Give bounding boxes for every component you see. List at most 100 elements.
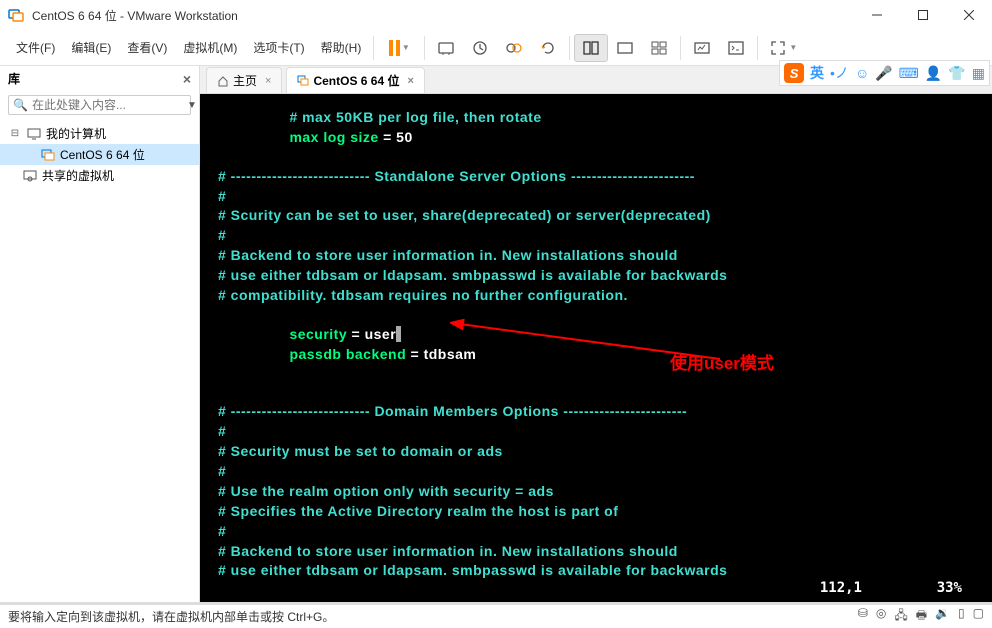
shared-icon [22, 168, 38, 184]
vim-position: 112,1 [820, 580, 862, 596]
view-single-icon[interactable] [608, 34, 642, 62]
cursor [396, 326, 400, 342]
manage-snapshots-icon[interactable] [497, 34, 531, 62]
vm-icon [297, 75, 309, 87]
term-line: # use either tdbsam or ldapsam. smbpassw… [218, 562, 727, 578]
library-sidebar: 库 × 🔍 ▼ ⊟ 我的计算机 CentOS 6 64 位 共享的虚拟机 [0, 66, 200, 602]
library-search[interactable]: 🔍 ▼ [8, 95, 191, 115]
statusbar-icons: ⛁ ◎ 🖧 🖶 🔉 ▯ ▢ [858, 606, 984, 627]
menu-tabs[interactable]: 选项卡(T) [245, 33, 312, 62]
terminal-content: # max 50KB per log file, then rotate max… [200, 94, 992, 589]
menu-edit[interactable]: 编辑(E) [63, 33, 119, 62]
library-tree: ⊟ 我的计算机 CentOS 6 64 位 共享的虚拟机 [0, 119, 199, 190]
term-line: # [218, 523, 226, 539]
main-area: 主页 × CentOS 6 64 位 × # max 50KB per log … [200, 66, 992, 602]
ime-lang[interactable]: 英 [810, 63, 824, 83]
tab-label: CentOS 6 64 位 [313, 72, 399, 89]
menu-view[interactable]: 查看(V) [119, 33, 175, 62]
term-line: # use either tdbsam or ldapsam. smbpassw… [218, 267, 727, 283]
vmware-icon [8, 7, 24, 23]
pause-button[interactable]: ▼ [378, 34, 420, 62]
term-val: = user [347, 326, 396, 342]
tree-row-shared[interactable]: 共享的虚拟机 [0, 165, 199, 186]
term-line: # Specifies the Active Directory realm t… [218, 503, 618, 519]
minimize-button[interactable] [854, 0, 900, 30]
maximize-button[interactable] [900, 0, 946, 30]
message-icon[interactable]: ▢ [973, 606, 984, 627]
tree-row-vm[interactable]: CentOS 6 64 位 [0, 144, 199, 165]
term-line: # compatibility. tdbsam requires no furt… [218, 287, 628, 303]
statusbar: 要将输入定向到该虚拟机，请在虚拟机内部单击或按 Ctrl+G。 ⛁ ◎ 🖧 🖶 … [0, 604, 992, 628]
menu-file[interactable]: 文件(F) [8, 33, 63, 62]
term-val: = 50 [379, 129, 413, 145]
term-line: # Backend to store user information in. … [218, 543, 678, 559]
cdrom-icon[interactable]: ◎ [876, 606, 886, 627]
menu-vm[interactable]: 虚拟机(M) [175, 33, 245, 62]
console-icon[interactable] [719, 34, 753, 62]
ime-toolbox-icon[interactable]: ▦ [972, 65, 985, 82]
close-button[interactable] [946, 0, 992, 30]
tab-close-icon[interactable]: × [265, 75, 271, 87]
term-line: # Backend to store user information in. … [218, 247, 678, 263]
tab-home[interactable]: 主页 × [206, 67, 282, 93]
separator [757, 36, 758, 60]
library-search-input[interactable] [32, 98, 187, 112]
term-key: max log size [289, 129, 378, 145]
term-line: # Scurity can be set to user, share(depr… [218, 207, 711, 223]
separator [680, 36, 681, 60]
unity-icon[interactable] [685, 34, 719, 62]
disk-icon[interactable]: ⛁ [858, 606, 868, 627]
term-line: # --------------------------- Standalone… [218, 168, 695, 184]
term-line: # [218, 423, 226, 439]
tree-label: CentOS 6 64 位 [60, 146, 145, 163]
terminal-viewport[interactable]: # max 50KB per log file, then rotate max… [200, 94, 992, 602]
tab-label: 主页 [233, 72, 257, 89]
ime-punct-icon[interactable]: •ノ [830, 63, 849, 83]
library-close-icon[interactable]: × [183, 71, 191, 87]
sound-icon[interactable]: 🔉 [935, 606, 950, 627]
separator [424, 36, 425, 60]
usb-icon[interactable]: ▯ [958, 606, 965, 627]
dropdown-caret-icon[interactable]: ▼ [187, 100, 197, 111]
ime-user-icon[interactable]: 👤 [925, 65, 942, 82]
send-ctrl-alt-del-icon[interactable] [429, 34, 463, 62]
expand-icon[interactable]: ⊟ [8, 128, 22, 139]
term-key: security [289, 326, 347, 342]
computer-icon [26, 126, 42, 142]
window-controls [854, 0, 992, 30]
tree-row-root[interactable]: ⊟ 我的计算机 [0, 123, 199, 144]
revert-icon[interactable] [531, 34, 565, 62]
tree-label: 我的计算机 [46, 125, 106, 142]
ime-voice-icon[interactable]: 🎤 [875, 65, 892, 82]
sogou-logo-icon[interactable]: S [784, 63, 804, 83]
tab-close-icon[interactable]: × [407, 75, 413, 87]
view-console-icon[interactable] [574, 34, 608, 62]
separator [373, 36, 374, 60]
search-icon: 🔍 [13, 98, 28, 112]
term-line: # Use the realm option only with securit… [218, 483, 554, 499]
separator [569, 36, 570, 60]
network-icon[interactable]: 🖧 [894, 606, 907, 627]
term-val: = tdbsam [406, 346, 476, 362]
tree-label: 共享的虚拟机 [42, 167, 114, 184]
term-line: # --------------------------- Domain Mem… [218, 403, 687, 419]
fullscreen-icon[interactable]: ▼ [762, 34, 804, 62]
library-header: 库 × [0, 66, 199, 91]
ime-emoji-icon[interactable]: ☺ [855, 65, 869, 81]
snapshot-icon[interactable] [463, 34, 497, 62]
vim-percent: 33% [937, 580, 962, 596]
ime-toolbar[interactable]: S 英 •ノ ☺ 🎤 ⌨ 👤 👕 ▦ [779, 60, 990, 86]
term-line: # Security must be set to domain or ads [218, 443, 503, 459]
ime-skin-icon[interactable]: 👕 [948, 65, 965, 82]
titlebar: CentOS 6 64 位 - VMware Workstation [0, 0, 992, 30]
statusbar-hint: 要将输入定向到该虚拟机，请在虚拟机内部单击或按 Ctrl+G。 [8, 608, 334, 625]
printer-icon[interactable]: 🖶 [916, 606, 927, 627]
vm-icon [40, 147, 56, 163]
term-line: # [218, 227, 226, 243]
view-thumbnail-icon[interactable] [642, 34, 676, 62]
term-line: # [218, 188, 226, 204]
menu-help[interactable]: 帮助(H) [313, 33, 370, 62]
library-title: 库 [8, 70, 20, 87]
tab-vm[interactable]: CentOS 6 64 位 × [286, 67, 424, 93]
ime-keyboard-icon[interactable]: ⌨ [899, 65, 919, 82]
